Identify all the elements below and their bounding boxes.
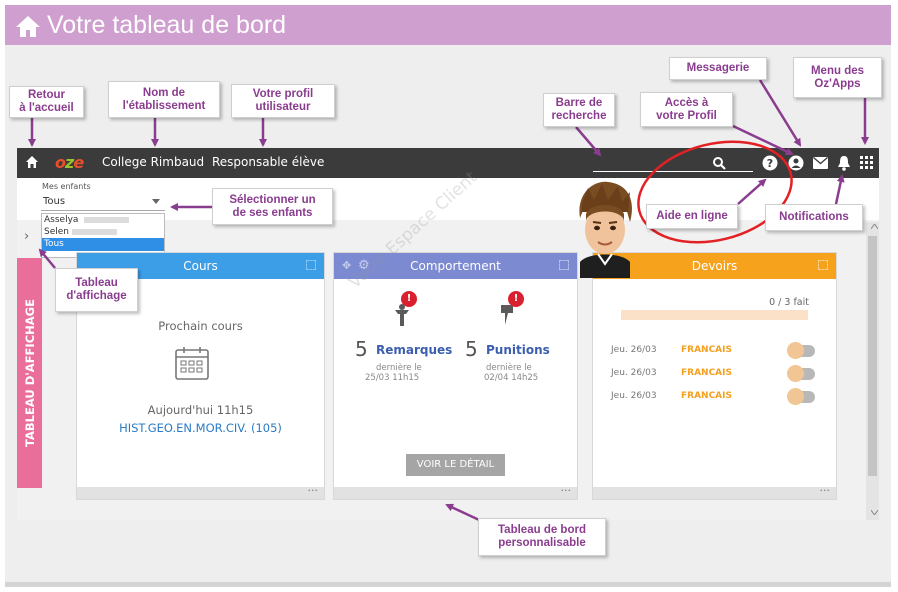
- callout-notifications: Notifications: [765, 204, 863, 231]
- callout-aide-en-ligne: Aide en ligne: [646, 204, 738, 229]
- callout-retour-accueil: Retour à l'accueil: [9, 86, 84, 118]
- callout-barre-recherche: Barre de recherche: [543, 93, 615, 127]
- callout-nom-etablissement: Nom de l'établissement: [108, 81, 220, 118]
- callout-menu-apps: Menu des Oz'Apps: [793, 57, 882, 98]
- callout-selection-enfant: Sélectionner un de ses enfants: [212, 188, 333, 225]
- callout-tableau-bord: Tableau de bord personnalisable: [478, 518, 606, 556]
- callout-tableau-affichage: Tableau d'affichage: [55, 268, 138, 312]
- callout-profil-utilisateur: Votre profil utilisateur: [231, 84, 335, 118]
- callout-acces-profil: Accès à votre Profil: [640, 92, 733, 127]
- callout-messagerie: Messagerie: [669, 57, 767, 80]
